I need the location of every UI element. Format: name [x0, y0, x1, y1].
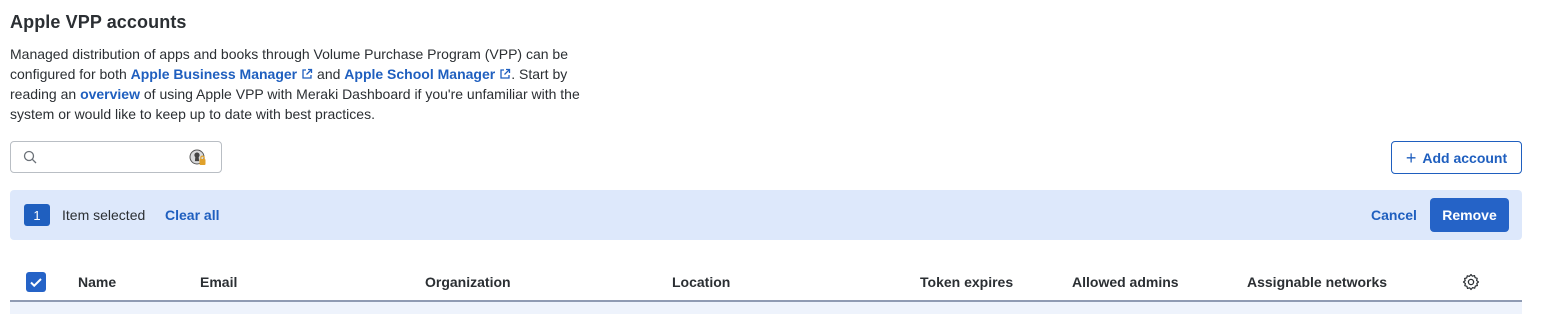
plus-icon: +: [1405, 147, 1417, 168]
column-header-name[interactable]: Name: [78, 274, 116, 290]
description-text: and: [313, 66, 345, 82]
add-account-label: Add account: [1422, 149, 1508, 166]
apple-school-manager-link[interactable]: Apple School Manager: [344, 66, 511, 82]
checkmark-icon: [30, 278, 42, 288]
page-title: Apple VPP accounts: [10, 12, 187, 32]
cancel-button[interactable]: Cancel: [1371, 207, 1417, 223]
column-header-allowed-admins[interactable]: Allowed admins: [1072, 274, 1179, 290]
selection-bar: 1 Item selected Clear all Cancel Remove: [10, 190, 1522, 240]
column-header-assignable-networks[interactable]: Assignable networks: [1247, 274, 1387, 290]
column-header-email[interactable]: Email: [200, 274, 237, 290]
table-body: [10, 302, 1522, 314]
column-header-token-expires[interactable]: Token expires: [920, 274, 1013, 290]
external-link-icon: [500, 68, 511, 79]
add-account-button[interactable]: + Add account: [1391, 141, 1522, 174]
gear-icon[interactable]: [1462, 273, 1480, 291]
search-box[interactable]: [10, 141, 222, 173]
column-header-organization[interactable]: Organization: [425, 274, 511, 290]
column-header-location[interactable]: Location: [672, 274, 730, 290]
page-description: Managed distribution of apps and books t…: [10, 44, 610, 124]
external-link-icon: [302, 68, 313, 79]
search-icon: [23, 150, 37, 164]
selected-count-badge: 1: [24, 204, 50, 226]
table-header: Name Email Organization Location Token e…: [10, 262, 1522, 302]
password-manager-icon[interactable]: [189, 149, 207, 167]
remove-button[interactable]: Remove: [1430, 198, 1509, 232]
selection-label: Item selected: [62, 207, 146, 223]
select-all-checkbox[interactable]: [26, 272, 46, 292]
apple-business-manager-link[interactable]: Apple Business Manager: [131, 66, 314, 82]
search-input[interactable]: [45, 146, 185, 168]
clear-all-link[interactable]: Clear all: [165, 207, 219, 223]
overview-link[interactable]: overview: [80, 86, 140, 102]
